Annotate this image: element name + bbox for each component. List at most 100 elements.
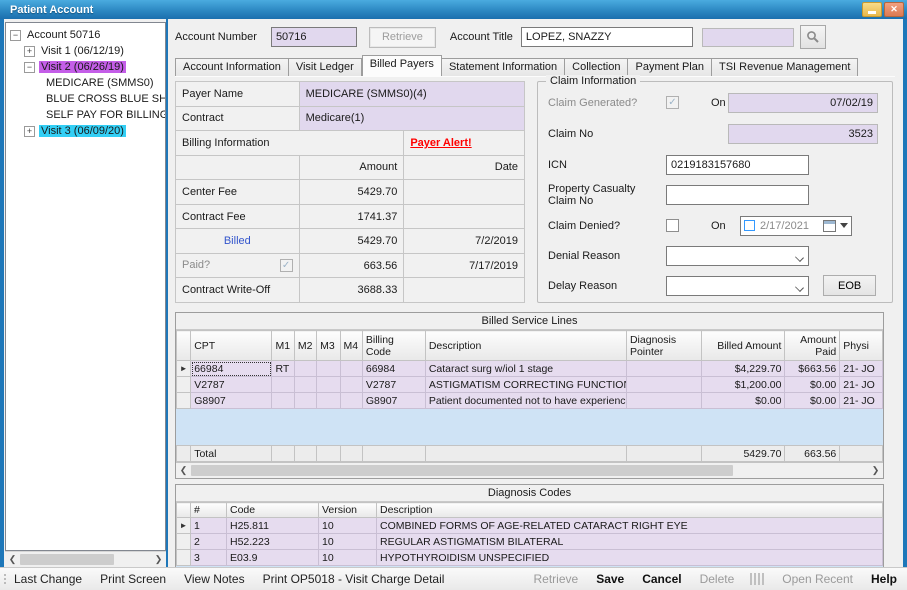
retrieve-command[interactable]: Retrieve xyxy=(534,572,579,586)
tree-node-account-label[interactable]: Account 50716 xyxy=(25,29,102,41)
cell-diagnosis-pointer[interactable] xyxy=(626,361,701,377)
tab-collection[interactable]: Collection xyxy=(565,58,628,76)
cell-m4[interactable] xyxy=(340,377,362,393)
cell-billed-amount[interactable]: $4,229.70 xyxy=(702,361,785,377)
cell-m1[interactable] xyxy=(272,393,294,409)
scroll-track[interactable] xyxy=(191,464,868,477)
cell-m2[interactable] xyxy=(294,377,316,393)
col-header-description[interactable]: Description xyxy=(425,331,626,361)
scroll-left-icon[interactable]: ❮ xyxy=(5,554,20,565)
property-casualty-input[interactable] xyxy=(666,185,809,205)
cell-code[interactable]: E03.9 xyxy=(227,550,319,566)
cell-amount-paid[interactable]: $0.00 xyxy=(785,377,840,393)
denial-reason-select[interactable] xyxy=(666,246,809,266)
diagnosis-row[interactable]: ► 1 H25.811 10 COMBINED FORMS OF AGE-REL… xyxy=(177,518,883,534)
cell-physician[interactable]: 21- JO xyxy=(840,393,883,409)
tree-node-selfpay-label[interactable]: SELF PAY FOR BILLING xyxy=(44,109,166,121)
cell-m2[interactable] xyxy=(294,361,316,377)
view-notes-link[interactable]: View Notes xyxy=(184,572,244,586)
cell-amount-paid[interactable]: $0.00 xyxy=(785,393,840,409)
help-command[interactable]: Help xyxy=(871,572,897,586)
col-header-billed-amount[interactable]: Billed Amount xyxy=(702,331,785,361)
tree-node-medicare[interactable]: MEDICARE (SMMS0) xyxy=(44,75,165,91)
chevron-down-icon[interactable] xyxy=(840,223,848,228)
cell-m4[interactable] xyxy=(340,361,362,377)
cell-version[interactable]: 10 xyxy=(319,550,377,566)
cell-billed-amount[interactable]: $0.00 xyxy=(702,393,785,409)
cell-m4[interactable] xyxy=(340,393,362,409)
tab-statement-information[interactable]: Statement Information xyxy=(442,58,565,76)
col-header-m2[interactable]: M2 xyxy=(294,331,316,361)
tree-scroll-thumb[interactable] xyxy=(20,554,114,565)
cell-description[interactable]: ASTIGMATISM CORRECTING FUNCTION INTRAOCU… xyxy=(425,377,626,393)
cell-amount-paid[interactable]: $663.56 xyxy=(785,361,840,377)
tree-node-visit1[interactable]: + Visit 1 (06/12/19) xyxy=(24,43,165,59)
tab-tsi-revenue-management[interactable]: TSI Revenue Management xyxy=(712,58,858,76)
tree-node-visit2-label[interactable]: Visit 2 (06/26/19) xyxy=(39,61,126,73)
col-header-m1[interactable]: M1 xyxy=(272,331,294,361)
cell-billing-code[interactable]: G8907 xyxy=(362,393,425,409)
col-header-m4[interactable]: M4 xyxy=(340,331,362,361)
tree-node-selfpay[interactable]: SELF PAY FOR BILLING xyxy=(44,107,165,123)
cell-m3[interactable] xyxy=(317,377,340,393)
col-header-description[interactable]: Description xyxy=(377,503,883,518)
cell-diagnosis-pointer[interactable] xyxy=(626,377,701,393)
tree-node-medicare-label[interactable]: MEDICARE (SMMS0) xyxy=(44,77,156,89)
print-screen-link[interactable]: Print Screen xyxy=(100,572,166,586)
cell-description[interactable]: Cataract surg w/iol 1 stage xyxy=(425,361,626,377)
expand-icon[interactable]: + xyxy=(24,46,35,57)
last-change-link[interactable]: Last Change xyxy=(14,572,82,586)
paid-checkbox[interactable]: ✓ xyxy=(280,259,293,272)
scroll-left-icon[interactable]: ❮ xyxy=(176,465,191,476)
claim-generated-checkbox[interactable]: ✓ xyxy=(666,96,679,109)
cell-description[interactable]: HYPOTHYROIDISM UNSPECIFIED xyxy=(377,550,883,566)
cell-num[interactable]: 2 xyxy=(191,534,227,550)
col-header-version[interactable]: Version xyxy=(319,503,377,518)
cancel-command[interactable]: Cancel xyxy=(642,572,681,586)
save-command[interactable]: Save xyxy=(596,572,624,586)
account-number-field[interactable]: 50716 xyxy=(271,27,357,47)
tab-account-information[interactable]: Account Information xyxy=(175,58,289,76)
tree-node-visit1-label[interactable]: Visit 1 (06/12/19) xyxy=(39,45,126,57)
tab-billed-payers[interactable]: Billed Payers xyxy=(362,55,442,76)
billed-link[interactable]: Billed xyxy=(182,235,293,247)
cell-version[interactable]: 10 xyxy=(319,518,377,534)
cell-cpt[interactable]: 66984 xyxy=(191,361,272,377)
search-button[interactable] xyxy=(800,25,826,49)
cell-description[interactable]: Patient documented not to have experienc… xyxy=(425,393,626,409)
col-header-physician[interactable]: Physi xyxy=(840,331,883,361)
service-lines-horizontal-scrollbar[interactable]: ❮ ❯ xyxy=(176,462,883,478)
tree-node-visit3[interactable]: + Visit 3 (06/09/20) xyxy=(24,123,165,139)
date-enable-checkbox[interactable] xyxy=(744,220,755,231)
service-line-row[interactable]: ► 66984 RT 66984 Cataract surg w/iol 1 s… xyxy=(177,361,883,377)
cell-description[interactable]: COMBINED FORMS OF AGE-RELATED CATARACT R… xyxy=(377,518,883,534)
scroll-right-icon[interactable]: ❯ xyxy=(868,465,883,476)
col-header-cpt[interactable]: CPT xyxy=(191,331,272,361)
denied-on-datepicker[interactable]: 2/17/2021 xyxy=(740,216,852,236)
expand-icon[interactable]: + xyxy=(24,126,35,137)
print-visit-charge-detail-link[interactable]: Print OP5018 - Visit Charge Detail xyxy=(263,572,445,586)
cell-m1[interactable] xyxy=(272,377,294,393)
col-header-m3[interactable]: M3 xyxy=(317,331,340,361)
delete-command[interactable]: Delete xyxy=(700,572,735,586)
col-header-diagnosis-pointer[interactable]: Diagnosis Pointer xyxy=(626,331,701,361)
service-line-row[interactable]: G8907 G8907 Patient documented not to ha… xyxy=(177,393,883,409)
cell-billing-code[interactable]: V2787 xyxy=(362,377,425,393)
eob-button[interactable]: EOB xyxy=(823,275,876,296)
icn-input[interactable]: 0219183157680 xyxy=(666,155,809,175)
diagnosis-row[interactable]: 3 E03.9 10 HYPOTHYROIDISM UNSPECIFIED xyxy=(177,550,883,566)
tree-node-bcbs-label[interactable]: BLUE CROSS BLUE SH xyxy=(44,93,166,105)
cell-physician[interactable]: 21- JO xyxy=(840,377,883,393)
tab-visit-ledger[interactable]: Visit Ledger xyxy=(289,58,362,76)
close-button[interactable]: ✕ xyxy=(884,2,904,17)
delay-reason-select[interactable] xyxy=(666,276,809,296)
cell-cpt[interactable]: V2787 xyxy=(191,377,272,393)
cell-billing-code[interactable]: 66984 xyxy=(362,361,425,377)
collapse-icon[interactable]: − xyxy=(24,62,35,73)
claim-denied-checkbox[interactable] xyxy=(666,219,679,232)
cell-code[interactable]: H52.223 xyxy=(227,534,319,550)
tree-scroll-track[interactable] xyxy=(20,553,151,566)
tree-node-bcbs[interactable]: BLUE CROSS BLUE SH xyxy=(44,91,165,107)
tab-payment-plan[interactable]: Payment Plan xyxy=(628,58,711,76)
payer-alert-link[interactable]: Payer Alert! xyxy=(410,137,471,149)
